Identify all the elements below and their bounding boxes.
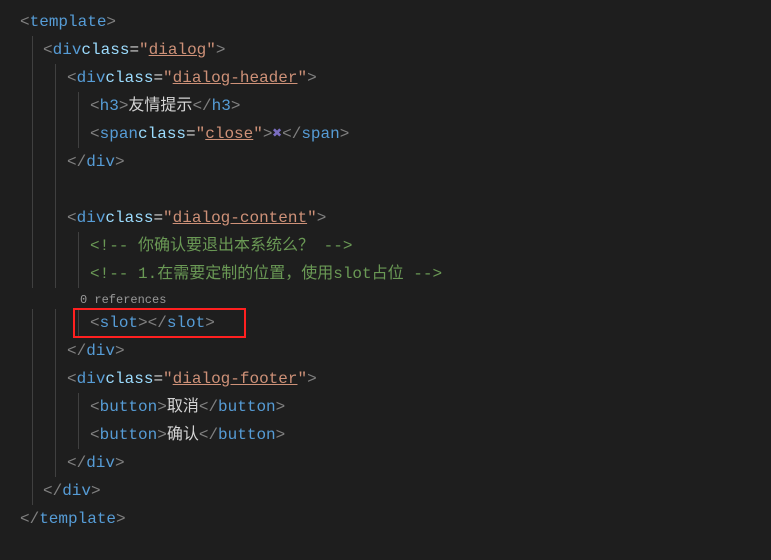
code-line[interactable]: <!-- 你确认要退出本系统么？ -->: [0, 232, 771, 260]
code-line[interactable]: <div class="dialog-header">: [0, 64, 771, 92]
close-icon: ✖: [272, 120, 282, 148]
class-dialog-footer: dialog-footer: [173, 365, 298, 393]
attr-class: class: [105, 365, 153, 393]
code-line[interactable]: <div class="dialog-footer">: [0, 365, 771, 393]
code-line[interactable]: </div>: [0, 477, 771, 505]
code-line[interactable]: </div>: [0, 148, 771, 176]
code-line[interactable]: <button>确认</button>: [0, 421, 771, 449]
code-line[interactable]: </template>: [0, 505, 771, 533]
tag-h3-close: h3: [212, 92, 231, 120]
tag-span-close: span: [301, 120, 339, 148]
code-line[interactable]: <button>取消</button>: [0, 393, 771, 421]
tag-template-close: template: [39, 505, 116, 533]
tag-div: div: [77, 365, 106, 393]
code-editor-content[interactable]: <template> <div class="dialog"> <div cla…: [0, 8, 771, 533]
attr-class: class: [138, 120, 186, 148]
attr-class: class: [105, 64, 153, 92]
tag-button-close: button: [218, 421, 276, 449]
class-dialog: dialog: [149, 36, 207, 64]
tag-slot: slot: [100, 309, 138, 337]
comment-2: 1.在需要定制的位置，使用slot占位: [138, 260, 404, 288]
code-line[interactable]: <div class="dialog">: [0, 36, 771, 64]
tag-button-close: button: [218, 393, 276, 421]
tag-button: button: [100, 393, 158, 421]
code-line[interactable]: <template>: [0, 8, 771, 36]
tag-div-close: div: [86, 148, 115, 176]
class-close: close: [205, 120, 253, 148]
tag-div-close: div: [86, 449, 115, 477]
tag-div: div: [77, 204, 106, 232]
tag-span: span: [100, 120, 138, 148]
tag-div: div: [77, 64, 106, 92]
attr-class: class: [81, 36, 129, 64]
code-line[interactable]: <!-- 1.在需要定制的位置，使用slot占位 -->: [0, 260, 771, 288]
tag-slot-close: slot: [167, 309, 205, 337]
tag-div-close: div: [62, 477, 91, 505]
tag-div-close: div: [86, 337, 115, 365]
code-line[interactable]: </div>: [0, 449, 771, 477]
comment-1: 你确认要退出本系统么？: [138, 232, 314, 260]
code-line[interactable]: </div>: [0, 337, 771, 365]
code-line[interactable]: <div class="dialog-content">: [0, 204, 771, 232]
tag-div: div: [53, 36, 82, 64]
code-line-empty[interactable]: [0, 176, 771, 204]
button-cancel-text: 取消: [167, 393, 199, 421]
h3-text: 友情提示: [128, 92, 192, 120]
attr-class: class: [105, 204, 153, 232]
tag-template: template: [30, 8, 107, 36]
class-dialog-header: dialog-header: [173, 64, 298, 92]
code-line[interactable]: <h3>友情提示</h3>: [0, 92, 771, 120]
class-dialog-content: dialog-content: [173, 204, 307, 232]
codelens-references[interactable]: 0 references: [0, 292, 771, 309]
tag-button: button: [100, 421, 158, 449]
button-confirm-text: 确认: [167, 421, 199, 449]
code-line[interactable]: <span class="close">✖</span>: [0, 120, 771, 148]
code-line-slot[interactable]: <slot></slot>: [0, 309, 771, 337]
tag-h3: h3: [100, 92, 119, 120]
